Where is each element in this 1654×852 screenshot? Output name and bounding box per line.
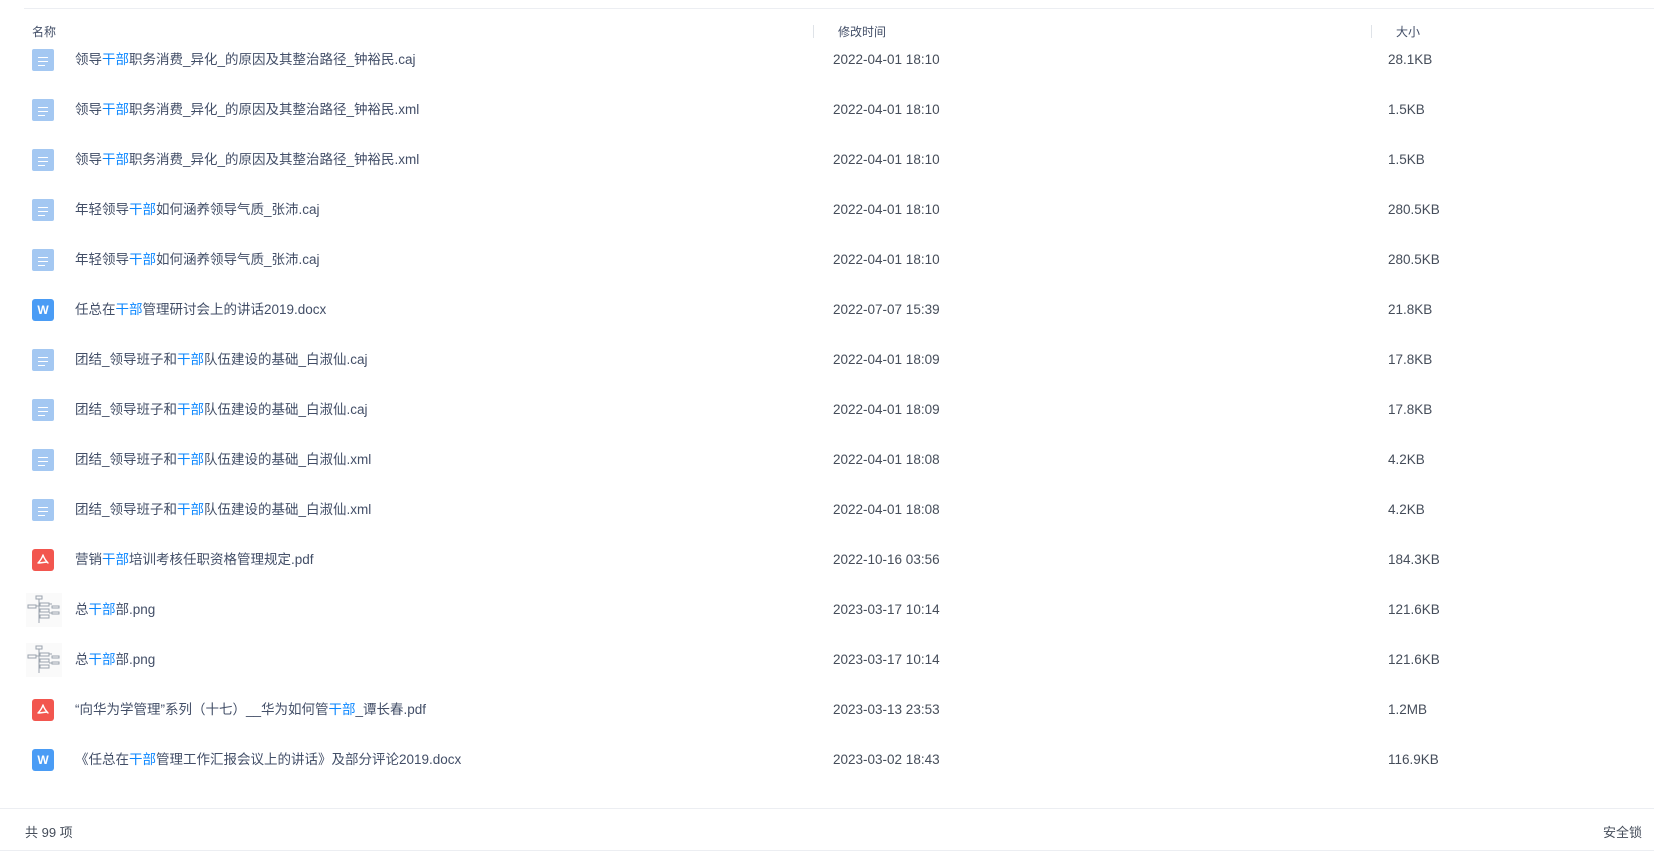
search-keyword-highlight: 干部: [102, 52, 129, 67]
file-row[interactable]: 总干部部.png 2023-03-17 10:14 121.6KB: [0, 585, 1654, 635]
file-name[interactable]: 团结_领导班子和干部队伍建设的基础_白淑仙.caj: [75, 385, 368, 435]
search-keyword-highlight: 干部: [115, 302, 143, 317]
file-name[interactable]: 领导干部职务消费_异化_的原因及其整治路径_钟裕民.xml: [75, 85, 419, 135]
modified-time: 2023-03-02 18:43: [833, 752, 940, 767]
search-keyword-highlight: 干部: [177, 402, 205, 417]
doc-icon: [32, 49, 54, 71]
search-keyword-highlight: 干部: [177, 502, 205, 517]
pdf-icon: [32, 699, 54, 721]
file-row[interactable]: 团结_领导班子和干部队伍建设的基础_白淑仙.caj 2022-04-01 18:0…: [0, 385, 1654, 435]
search-keyword-highlight: 干部: [102, 552, 129, 567]
search-keyword-highlight: 干部: [129, 752, 156, 767]
file-name[interactable]: 总干部部.png: [75, 585, 155, 635]
file-row[interactable]: W 《任总在干部管理工作汇报会议上的讲话》及部分评论2019.docx 2023-0…: [0, 735, 1654, 785]
modified-time: 2023-03-17 10:14: [833, 652, 940, 667]
modified-time: 2022-04-01 18:10: [833, 252, 940, 267]
bottom-divider: [0, 850, 1654, 851]
file-row[interactable]: 团结_领导班子和干部队伍建设的基础_白淑仙.xml 2022-04-01 18:0…: [0, 435, 1654, 485]
file-size: 280.5KB: [1388, 202, 1440, 217]
file-row[interactable]: 领导干部职务消费_异化_的原因及其整治路径_钟裕民.xml 2022-04-01 …: [0, 135, 1654, 185]
search-keyword-highlight: 干部: [129, 202, 156, 217]
modified-time: 2022-07-07 15:39: [833, 302, 940, 317]
modified-time: 2022-04-01 18:10: [833, 152, 940, 167]
pdf-icon: [32, 549, 54, 571]
search-keyword-highlight: 干部: [102, 152, 129, 167]
modified-time: 2022-04-01 18:10: [833, 102, 940, 117]
search-keyword-highlight: 干部: [177, 452, 205, 467]
file-size: 1.5KB: [1388, 102, 1425, 117]
file-size: 1.5KB: [1388, 152, 1425, 167]
modified-time: 2022-04-01 18:08: [833, 452, 940, 467]
modified-time: 2023-03-17 10:14: [833, 602, 940, 617]
file-row[interactable]: “向华为学管理”系列（十七）__华为如何管干部_谭长春.pdf 2023-03-1…: [0, 685, 1654, 735]
modified-time: 2022-10-16 03:56: [833, 552, 940, 567]
item-count: 共 99 项: [25, 825, 73, 840]
file-size: 21.8KB: [1388, 302, 1433, 317]
search-keyword-highlight: 干部: [88, 652, 116, 667]
file-name[interactable]: 年轻领导干部如何涵养领导气质_张沛.caj: [75, 235, 320, 285]
file-size: 4.2KB: [1388, 502, 1425, 517]
search-keyword-highlight: 干部: [129, 252, 156, 267]
file-name[interactable]: 《任总在干部管理工作汇报会议上的讲话》及部分评论2019.docx: [75, 735, 461, 785]
file-name[interactable]: 营销干部培训考核任职资格管理规定.pdf: [75, 535, 314, 585]
file-size: 184.3KB: [1388, 552, 1440, 567]
doc-icon: [32, 249, 54, 271]
file-row[interactable]: 领导干部职务消费_异化_的原因及其整治路径_钟裕民.caj 2022-04-01 …: [0, 35, 1654, 85]
search-keyword-highlight: 干部: [177, 352, 205, 367]
footer-divider: [0, 808, 1654, 809]
modified-time: 2023-03-13 23:53: [833, 702, 940, 717]
file-size: 4.2KB: [1388, 452, 1425, 467]
file-row[interactable]: 年轻领导干部如何涵养领导气质_张沛.caj 2022-04-01 18:10 280…: [0, 185, 1654, 235]
file-list: 领导干部职务消费_异化_的原因及其整治路径_钟裕民.caj 2022-04-01 …: [0, 35, 1654, 785]
file-size: 1.2MB: [1388, 702, 1428, 717]
file-row[interactable]: 年轻领导干部如何涵养领导气质_张沛.caj 2022-04-01 18:10 280…: [0, 235, 1654, 285]
doc-icon: [32, 449, 54, 471]
file-row[interactable]: 团结_领导班子和干部队伍建设的基础_白淑仙.caj 2022-04-01 18:0…: [0, 335, 1654, 385]
doc-icon: [32, 399, 54, 421]
security-lock-label[interactable]: 安全锁: [1603, 822, 1642, 841]
file-name[interactable]: 团结_领导班子和干部队伍建设的基础_白淑仙.caj: [75, 335, 368, 385]
file-name[interactable]: 总干部部.png: [75, 635, 155, 685]
file-name[interactable]: 任总在干部管理研讨会上的讲话2019.docx: [75, 285, 326, 335]
file-name[interactable]: 团结_领导班子和干部队伍建设的基础_白淑仙.xml: [75, 485, 371, 535]
image-thumbnail-icon: [26, 643, 62, 677]
modified-time: 2022-04-01 18:09: [833, 352, 940, 367]
file-row[interactable]: 领导干部职务消费_异化_的原因及其整治路径_钟裕民.xml 2022-04-01 …: [0, 85, 1654, 135]
file-size: 17.8KB: [1388, 402, 1433, 417]
file-size: 121.6KB: [1388, 602, 1440, 617]
modified-time: 2022-04-01 18:08: [833, 502, 940, 517]
file-row[interactable]: 总干部部.png 2023-03-17 10:14 121.6KB: [0, 635, 1654, 685]
doc-icon: [32, 349, 54, 371]
file-row[interactable]: W 任总在干部管理研讨会上的讲话2019.docx 2022-07-07 15:39…: [0, 285, 1654, 335]
doc-icon: [32, 199, 54, 221]
word-icon: W: [32, 749, 54, 771]
search-keyword-highlight: 干部: [102, 102, 129, 117]
search-keyword-highlight: 干部: [88, 602, 116, 617]
file-name[interactable]: 领导干部职务消费_异化_的原因及其整治路径_钟裕民.xml: [75, 135, 419, 185]
file-name[interactable]: 团结_领导班子和干部队伍建设的基础_白淑仙.xml: [75, 435, 371, 485]
file-size: 116.9KB: [1388, 752, 1439, 767]
file-row[interactable]: 团结_领导班子和干部队伍建设的基础_白淑仙.xml 2022-04-01 18:0…: [0, 485, 1654, 535]
modified-time: 2022-04-01 18:10: [833, 52, 940, 67]
top-divider: [24, 8, 1654, 9]
modified-time: 2022-04-01 18:10: [833, 202, 940, 217]
doc-icon: [32, 99, 54, 121]
word-icon: W: [32, 299, 54, 321]
doc-icon: [32, 149, 54, 171]
file-name[interactable]: 年轻领导干部如何涵养领导气质_张沛.caj: [75, 185, 320, 235]
file-size: 17.8KB: [1388, 352, 1433, 367]
image-thumbnail-icon: [26, 593, 62, 627]
file-name[interactable]: 领导干部职务消费_异化_的原因及其整治路径_钟裕民.caj: [75, 35, 416, 85]
file-row[interactable]: 营销干部培训考核任职资格管理规定.pdf 2022-10-16 03:56 184.…: [0, 535, 1654, 585]
file-size: 121.6KB: [1388, 652, 1440, 667]
file-size: 280.5KB: [1388, 252, 1440, 267]
search-keyword-highlight: 干部: [328, 702, 356, 717]
doc-icon: [32, 499, 54, 521]
file-name[interactable]: “向华为学管理”系列（十七）__华为如何管干部_谭长春.pdf: [75, 685, 426, 735]
file-size: 28.1KB: [1388, 52, 1433, 67]
modified-time: 2022-04-01 18:09: [833, 402, 940, 417]
